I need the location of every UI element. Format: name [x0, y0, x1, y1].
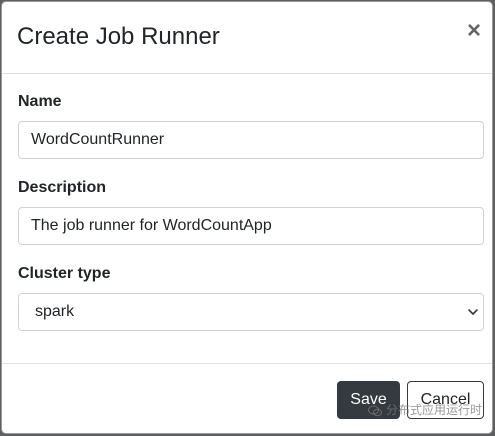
modal-header: Create Job Runner ×: [2, 2, 492, 74]
description-field[interactable]: The job runner for WordCountApp: [18, 207, 484, 245]
description-label: Description: [18, 179, 107, 196]
name-field[interactable]: WordCountRunner: [18, 121, 484, 159]
create-job-runner-dialog: Create Job Runner × Name WordCountRunner…: [1, 1, 493, 434]
chevron-down-icon: [468, 309, 478, 315]
cluster-type-selected-value: spark: [35, 303, 75, 320]
name-label: Name: [18, 93, 62, 110]
cluster-type-select[interactable]: spark: [18, 293, 484, 331]
watermark: 分布式应用运行时: [368, 402, 482, 418]
cluster-type-label: Cluster type: [18, 265, 111, 282]
close-icon[interactable]: ×: [464, 18, 484, 44]
watermark-text: 分布式应用运行时: [386, 403, 483, 417]
wechat-icon: [368, 405, 382, 417]
modal-title: Create Job Runner: [17, 23, 220, 50]
modal-footer: Save Cancel: [2, 363, 492, 433]
